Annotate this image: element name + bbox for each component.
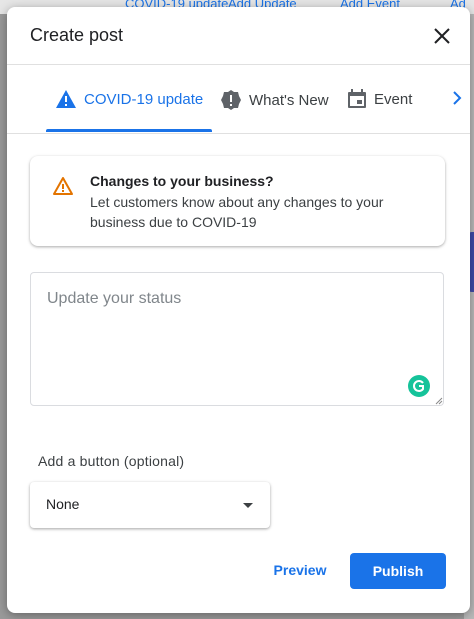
resize-grip-icon[interactable] (435, 397, 443, 405)
warning-outline-icon (53, 177, 73, 195)
dialog-title: Create post (30, 25, 124, 45)
dropdown-arrow-icon (243, 503, 253, 508)
tab-event[interactable]: Event (347, 89, 412, 109)
grammarly-icon[interactable] (408, 375, 430, 397)
warning-triangle-icon (56, 90, 76, 108)
create-post-dialog: Create post COVID-19 update What's New E… (7, 7, 470, 613)
tab-covid-update[interactable]: COVID-19 update (55, 89, 203, 109)
close-icon (434, 28, 450, 44)
notice-text: Let customers know about any changes to … (90, 194, 384, 230)
tab-label: Event (374, 90, 413, 108)
dialog-header: Create post (7, 7, 470, 65)
select-value: None (46, 496, 80, 512)
alert-badge-icon (221, 90, 241, 110)
calendar-icon (348, 89, 366, 108)
add-button-label: Add a button (optional) (38, 453, 185, 469)
post-type-tabs: COVID-19 update What's New Event (7, 65, 470, 134)
publish-button[interactable]: Publish (350, 553, 446, 589)
chevron-right-icon (453, 91, 462, 105)
tab-whats-new[interactable]: What's New (220, 89, 329, 111)
card-icon-wrap (52, 176, 74, 201)
active-tab-indicator (46, 129, 212, 132)
tab-label: COVID-19 update (84, 90, 204, 108)
preview-button[interactable]: Preview (265, 555, 335, 585)
close-button[interactable] (432, 26, 452, 46)
notice-title: Changes to your business? (90, 173, 274, 189)
tab-label: What's New (249, 91, 329, 109)
button-type-select[interactable]: None (30, 482, 270, 528)
tabs-next-button[interactable] (452, 91, 462, 110)
covid-notice-card: Changes to your business? Let customers … (30, 156, 445, 246)
grammarly-g-glyph (413, 380, 424, 392)
status-input[interactable] (30, 272, 444, 406)
